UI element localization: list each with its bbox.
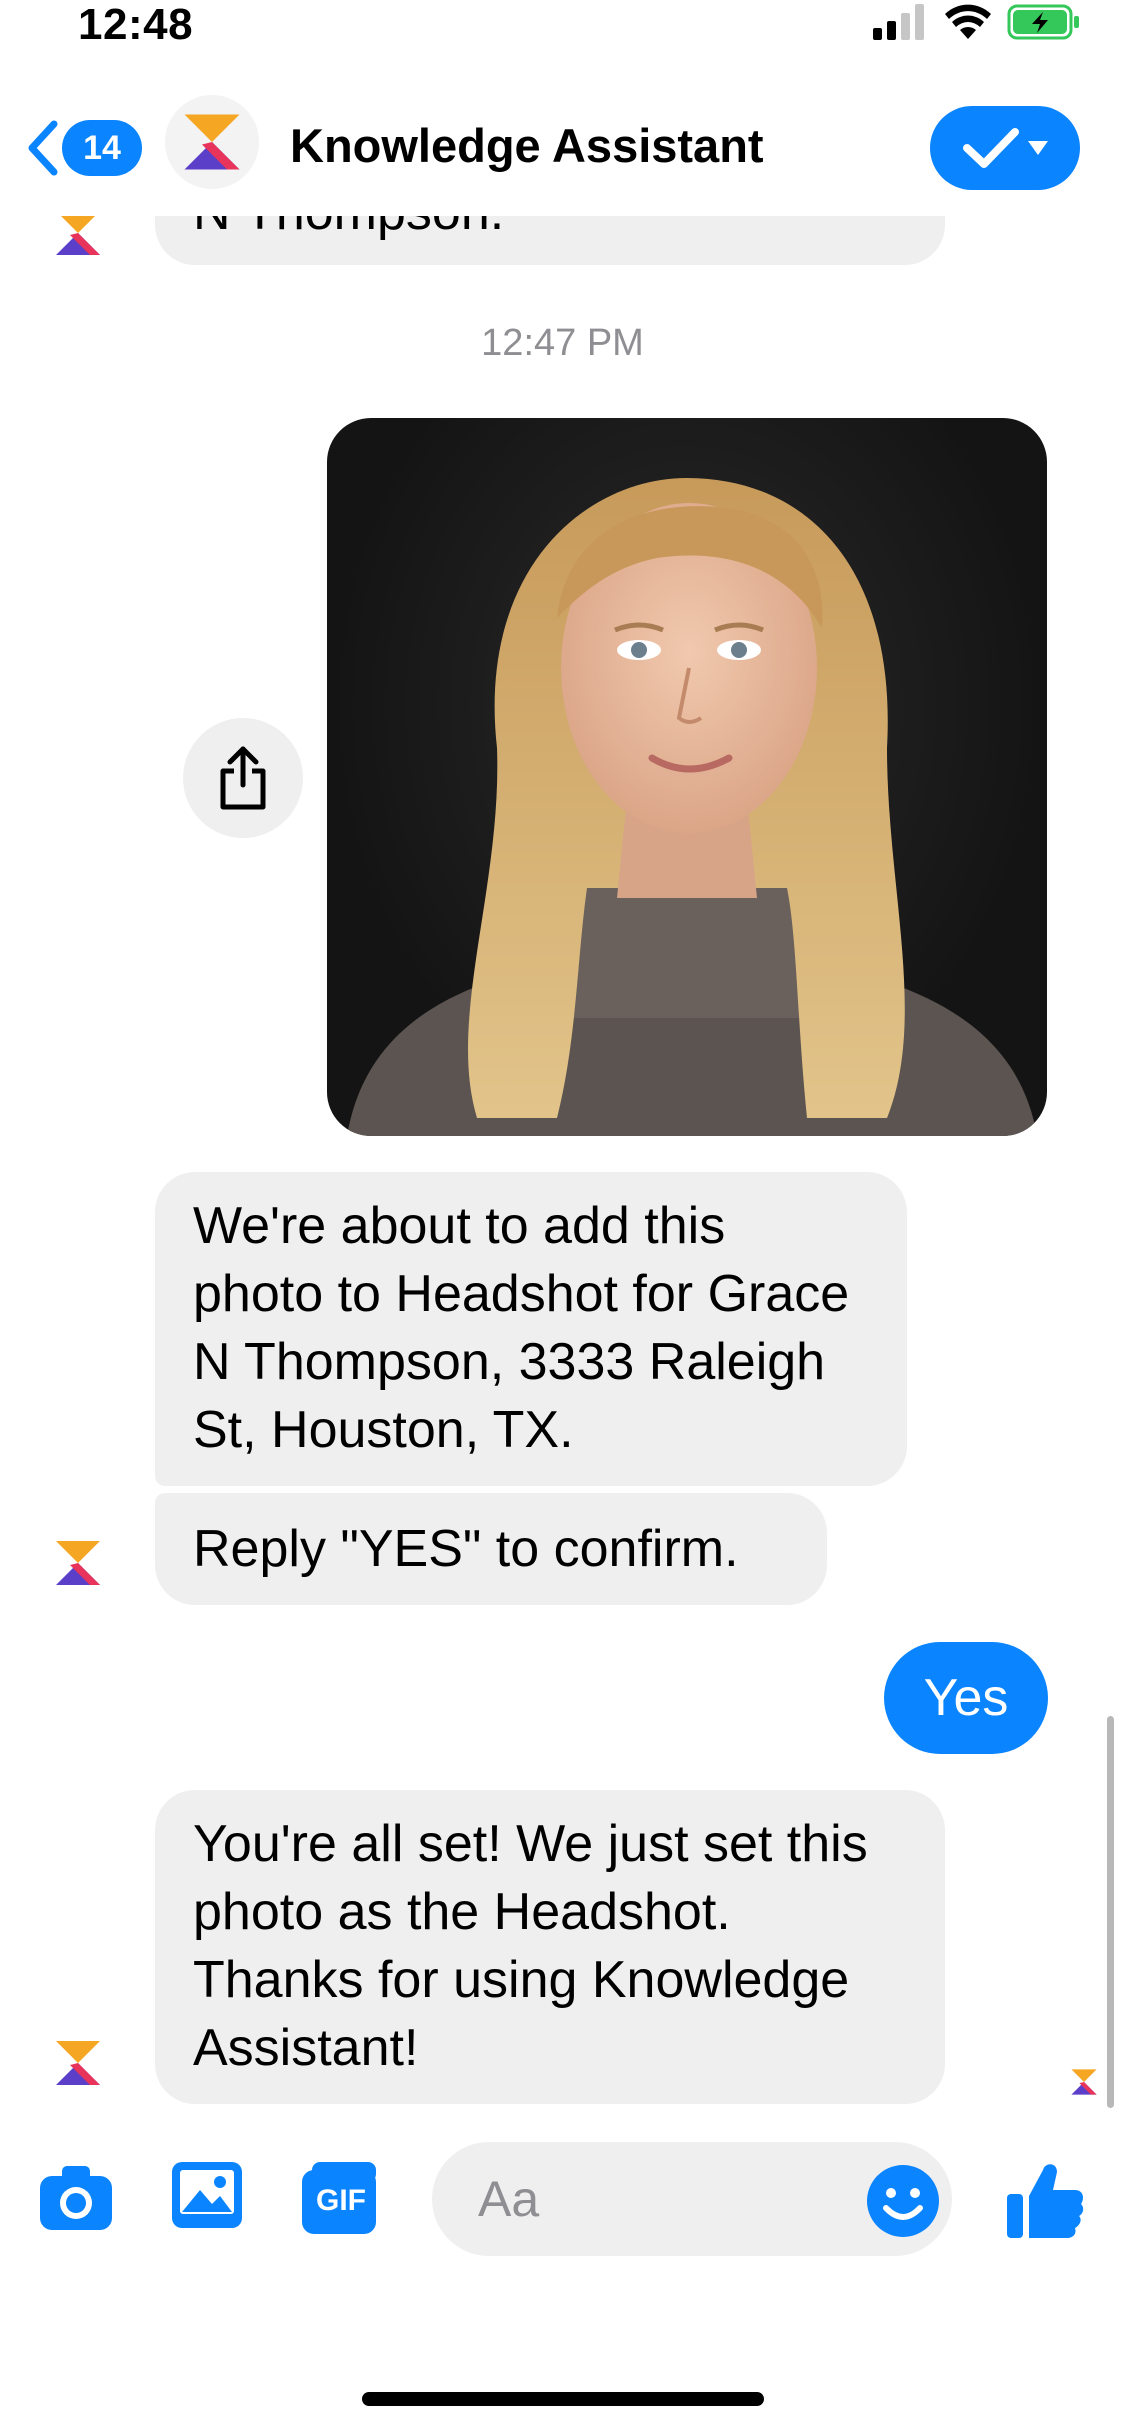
cellular-signal-icon: [873, 4, 924, 40]
like-button[interactable]: [1005, 2156, 1085, 2242]
headshot-portrait-image: [347, 478, 1037, 1136]
confirm-prompt-text: Reply "YES" to confirm.: [193, 1520, 739, 1578]
shared-headshot-photo[interactable]: [327, 418, 1047, 1136]
assistant-logo-icon: [56, 2041, 100, 2085]
chat-title[interactable]: Knowledge Assistant: [290, 118, 764, 173]
back-button[interactable]: 14: [26, 118, 142, 178]
user-reply-text: Yes: [923, 1669, 1009, 1727]
camera-button[interactable]: [36, 2162, 116, 2242]
message-timestamp: 12:47 PM: [481, 322, 644, 364]
chevron-left-icon: [28, 120, 58, 176]
thumbs-up-icon: [1007, 2164, 1084, 2238]
final-message-text: You're all set! We just set this photo a…: [193, 1815, 868, 2077]
read-receipt-icon: [1071, 2069, 1097, 2095]
confirm-prompt-bubble: Reply "YES" to confirm.: [155, 1493, 827, 1605]
checkmark-icon: [963, 128, 1019, 168]
camera-icon: [40, 2166, 112, 2230]
gif-label: GIF: [316, 2184, 366, 2217]
caret-down-icon: [1028, 141, 1048, 155]
photo-library-button[interactable]: [170, 2160, 248, 2238]
confirm-message-bubble: We're about to add this photo to Headsho…: [155, 1172, 907, 1486]
image-icon: [172, 2162, 242, 2228]
share-icon: [220, 746, 266, 810]
home-indicator[interactable]: [362, 2392, 764, 2406]
emoji-button[interactable]: [866, 2164, 940, 2238]
assistant-logo-icon: [56, 1541, 100, 1585]
status-icons: [873, 2, 1081, 42]
share-button[interactable]: [183, 718, 303, 838]
confirm-message-text: We're about to add this photo to Headsho…: [193, 1197, 850, 1459]
assistant-avatar[interactable]: [165, 95, 259, 189]
scrollbar[interactable]: [1107, 1716, 1114, 2108]
done-menu-button[interactable]: [930, 106, 1080, 190]
smiley-icon: [867, 2165, 939, 2237]
unread-count-badge: 14: [62, 120, 142, 176]
assistant-logo-icon: [184, 114, 240, 170]
wifi-icon: [945, 4, 991, 39]
gif-button[interactable]: GIF: [300, 2160, 380, 2236]
user-reply-bubble: Yes: [884, 1642, 1048, 1754]
message-input-placeholder: Aa: [478, 2171, 540, 2227]
status-time: 12:48: [78, 0, 194, 49]
battery-charging-icon: [1007, 4, 1079, 40]
final-message-bubble: You're all set! We just set this photo a…: [155, 1790, 945, 2104]
